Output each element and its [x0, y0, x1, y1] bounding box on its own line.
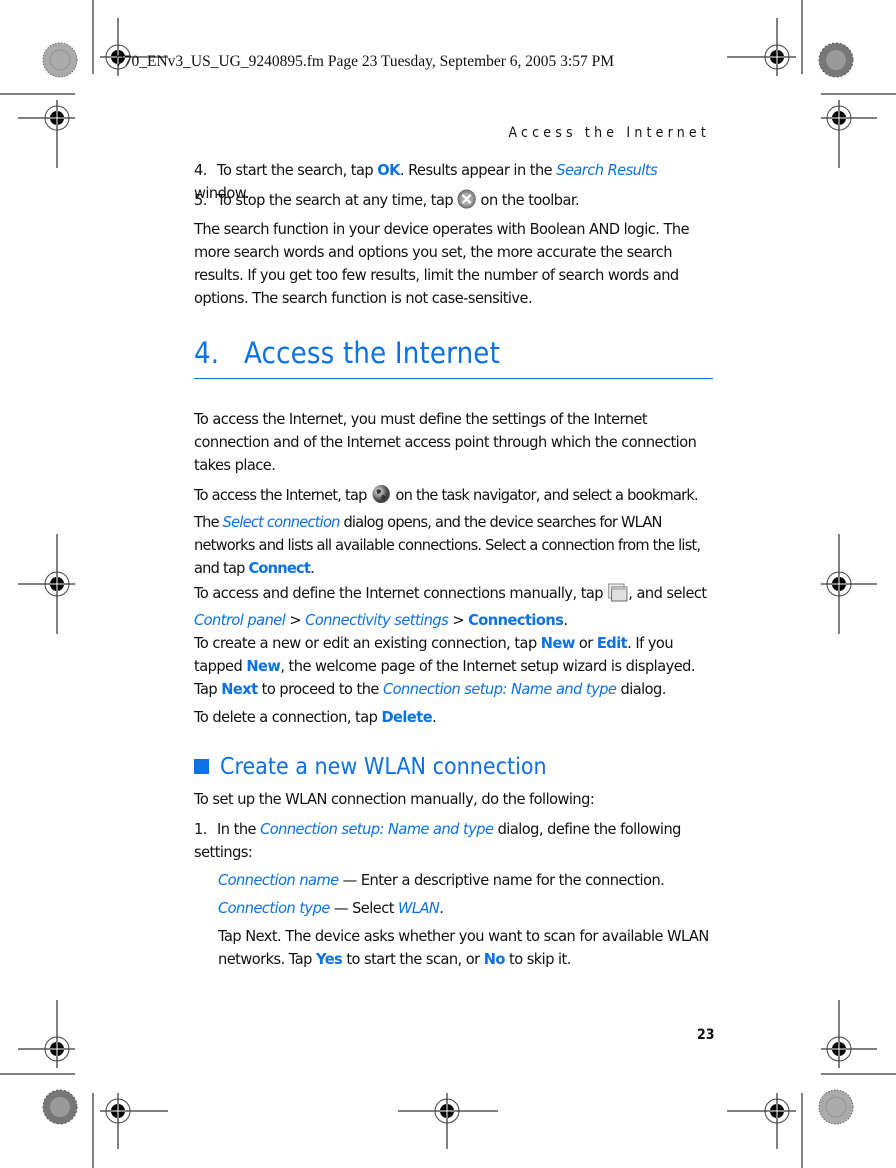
section-title: Create a new WLAN connection [220, 754, 547, 780]
create-paragraph: To create a new or edit an existing conn… [194, 634, 696, 698]
connection-setup-term: Connection setup: Name and type [260, 820, 494, 838]
registration-mark [42, 1089, 78, 1125]
setting-label: Connection name [218, 871, 339, 889]
stop-icon [457, 189, 476, 216]
boolean-paragraph: The search function in your device opera… [194, 220, 690, 307]
manual-paragraph: To access and define the Internet connec… [194, 582, 707, 629]
edit-term: Edit [596, 634, 628, 652]
section-bullet-icon [194, 759, 209, 774]
print-slug: 770_ENv3_US_UG_9240895.fm Page 23 Tuesda… [116, 53, 615, 70]
select-connection-term: Select connection [222, 513, 341, 531]
running-head: Access the Internet [508, 125, 710, 141]
wlan-term: WLAN [398, 899, 440, 917]
chapter-title: Access the Internet [244, 336, 500, 370]
next-paragraph: Tap Next. The device asks whether you wa… [218, 927, 709, 968]
section-intro: To set up the WLAN connection manually, … [194, 790, 595, 808]
step-5: 5. To stop the search at any time, tap on… [194, 189, 712, 216]
search-results-term: Search Results [556, 161, 658, 179]
new-term: New [540, 634, 576, 652]
section-heading: Create a new WLAN connection [194, 754, 547, 780]
registration-mark [42, 42, 78, 78]
step-number: 5. [194, 191, 207, 209]
connection-setup-term: Connection setup: Name and type [382, 680, 617, 698]
ok-term: OK [377, 161, 400, 179]
setting-connection-name: Connection name — Enter a descriptive na… [218, 871, 665, 889]
delete-term: Delete [381, 708, 433, 726]
window-icon [607, 582, 628, 609]
page-number: 23 [697, 1027, 715, 1043]
connections-term: Connections [468, 611, 564, 629]
setting-connection-type: Connection type — Select WLAN. [218, 899, 444, 917]
globe-icon [371, 484, 392, 511]
registration-mark [818, 42, 854, 78]
connect-term: Connect [248, 559, 311, 577]
chapter-heading: 4. Access the Internet [194, 336, 500, 370]
step-number: 4. [194, 161, 207, 179]
next-term: Next [221, 680, 258, 698]
delete-paragraph: To delete a connection, tap Delete. [194, 708, 437, 726]
new-term: New [246, 657, 281, 675]
access-paragraph: To access the Internet, tap on the task … [194, 484, 701, 577]
step-1: 1. In the Connection setup: Name and type… [194, 820, 681, 861]
intro-paragraph: To access the Internet, you must define … [194, 410, 697, 474]
no-term: No [483, 950, 506, 968]
yes-term: Yes [316, 950, 343, 968]
step-number: 1. [194, 820, 207, 838]
registration-mark [818, 1089, 854, 1125]
chapter-number: 4. [194, 336, 220, 370]
control-panel-term: Control panel [194, 611, 286, 629]
setting-label: Connection type [218, 899, 330, 917]
chapter-rule [194, 378, 713, 379]
connectivity-settings-term: Connectivity settings [305, 611, 449, 629]
